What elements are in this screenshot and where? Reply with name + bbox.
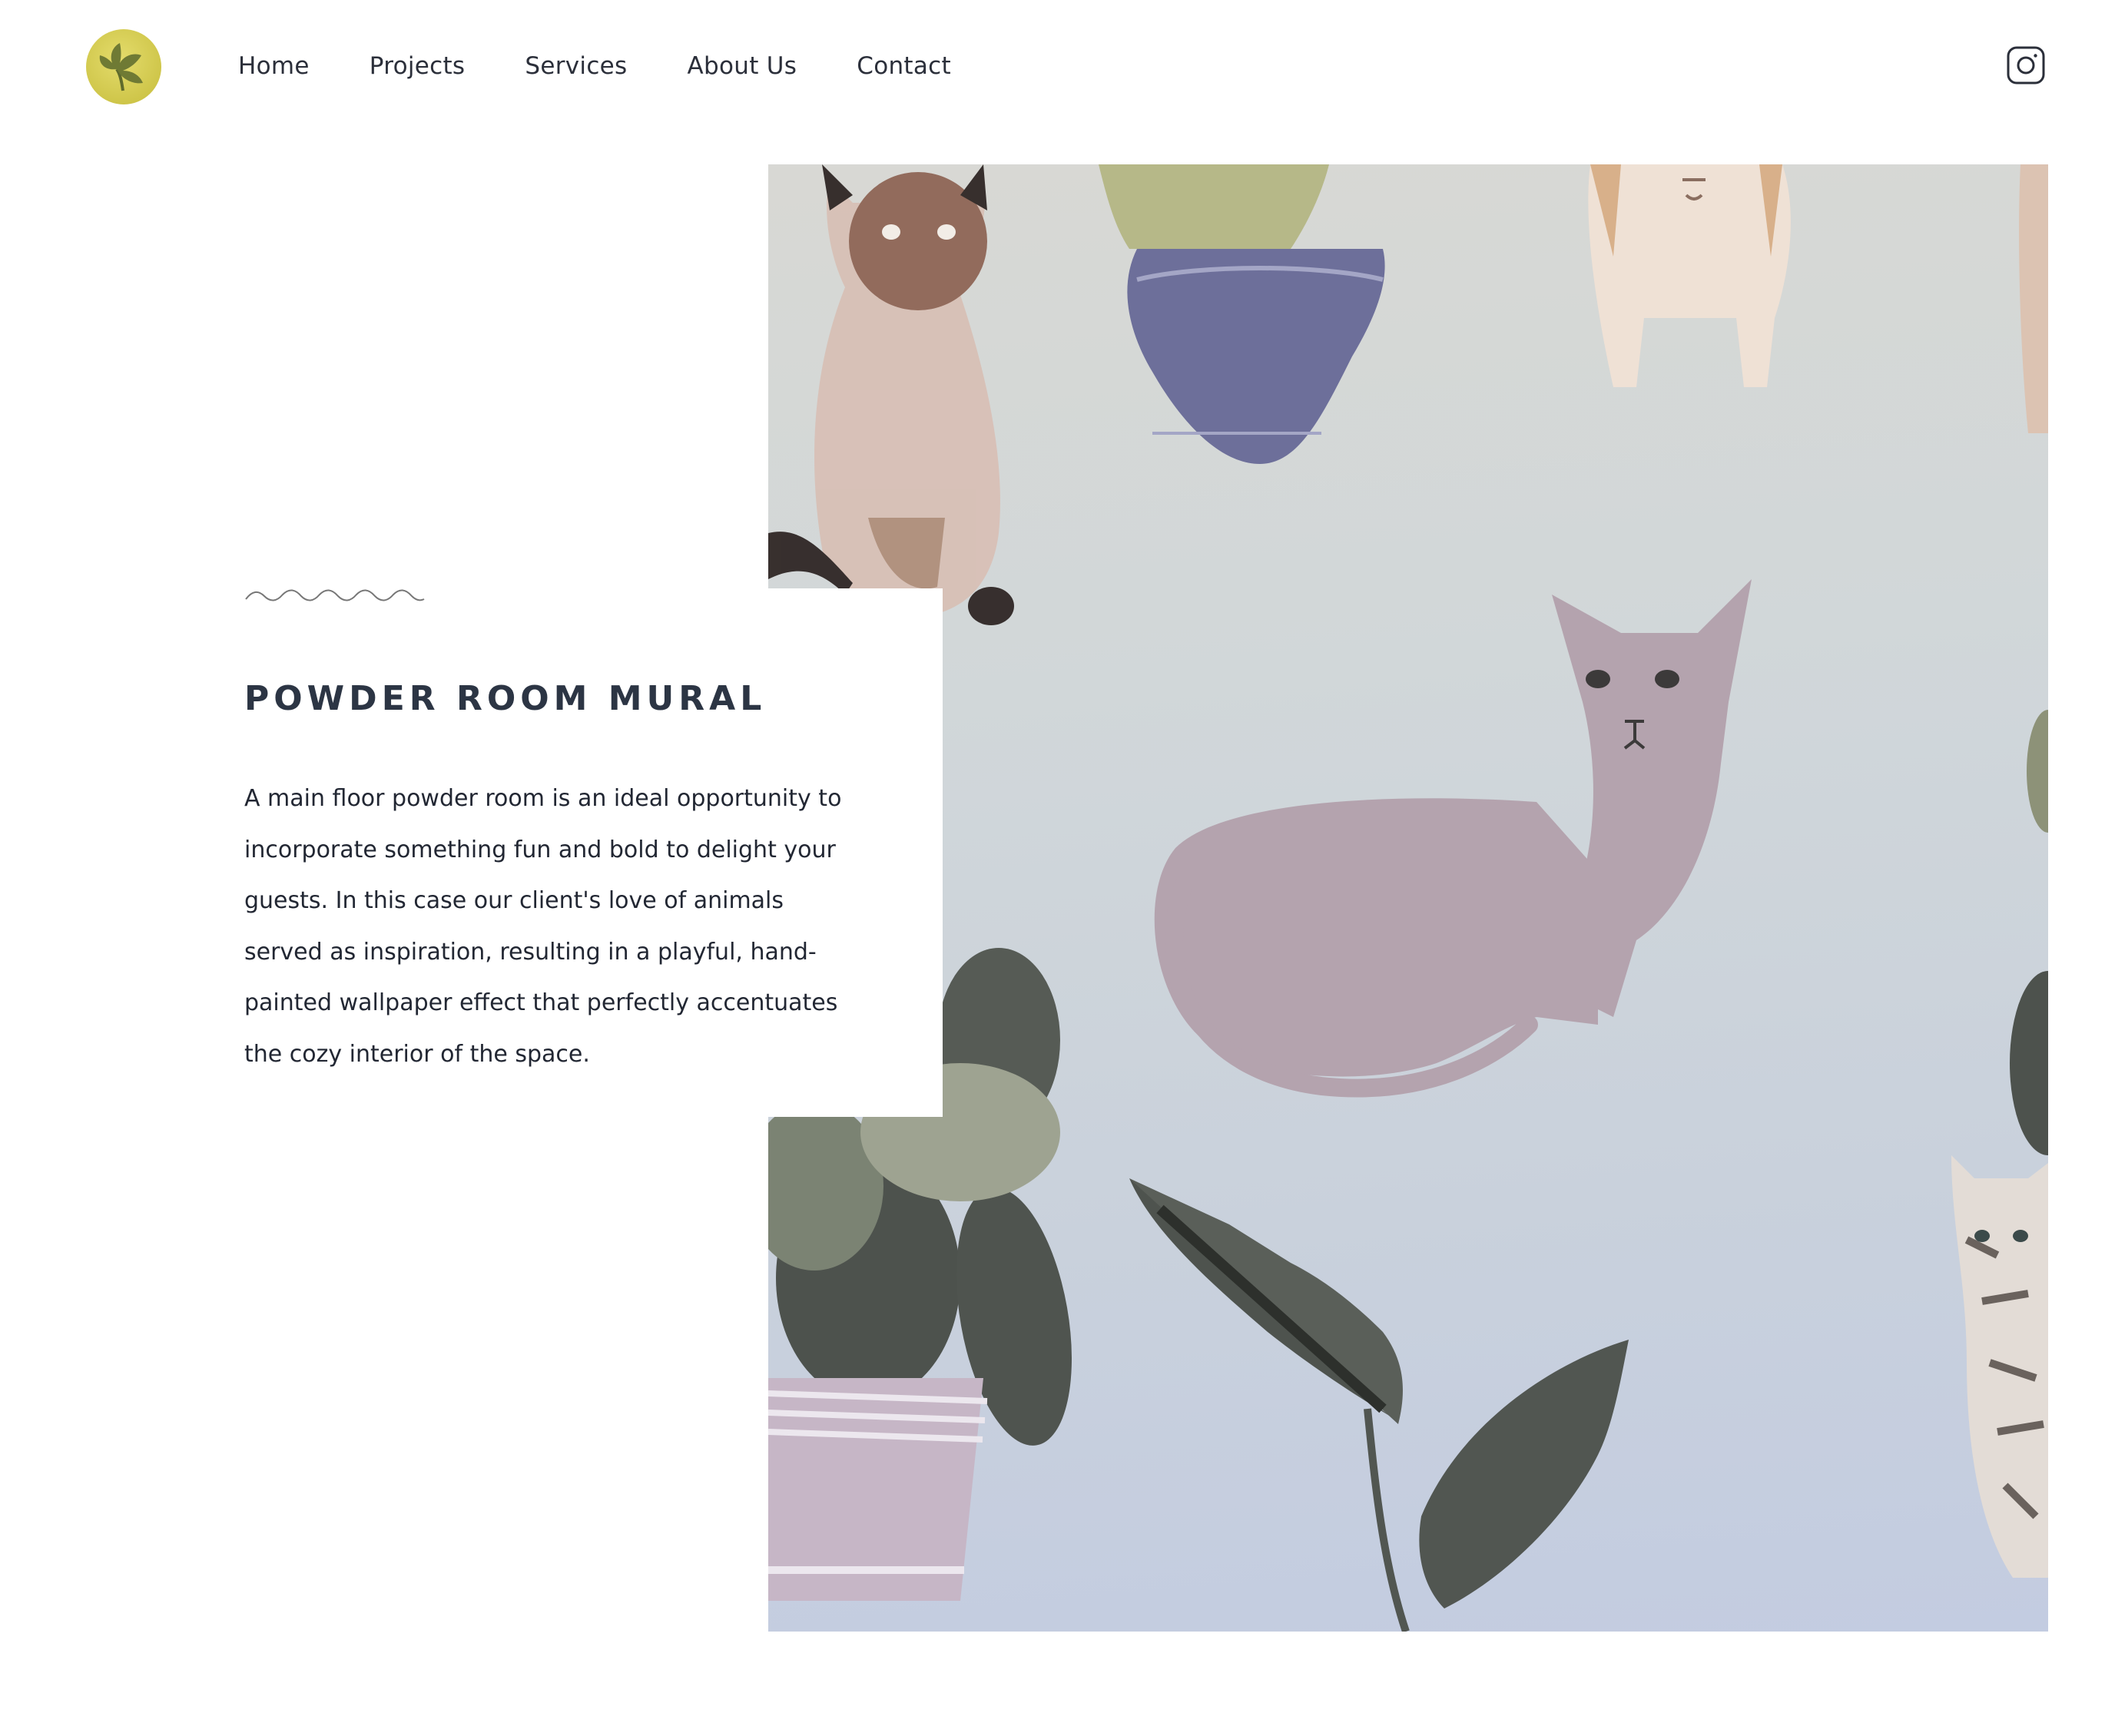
cactus-pot <box>1099 164 1385 464</box>
nav-projects[interactable]: Projects <box>370 45 466 88</box>
leaf-icon <box>99 43 143 91</box>
mauve-cat <box>1154 579 1752 1098</box>
banana-leaves <box>1129 1178 1629 1632</box>
logo[interactable] <box>86 29 161 104</box>
nav-home[interactable]: Home <box>238 45 310 88</box>
mural-image <box>768 164 2048 1632</box>
wave-divider-icon <box>245 589 425 601</box>
edge-leaves <box>2010 710 2048 1155</box>
project-title: POWDER ROOM MURAL <box>244 679 767 718</box>
nav-contact[interactable]: Contact <box>857 45 951 88</box>
mural-illustration <box>768 164 2048 1632</box>
main-nav: Home Projects Services About Us Contact <box>238 45 1011 88</box>
siamese-cat <box>768 164 1014 625</box>
cream-cat <box>1588 164 2048 433</box>
nav-services[interactable]: Services <box>525 45 627 88</box>
project-description: A main floor powder room is an ideal opp… <box>244 785 842 1068</box>
nav-about-us[interactable]: About Us <box>688 45 797 88</box>
tabby-cat <box>1951 1155 2048 1578</box>
instagram-icon[interactable] <box>2007 46 2045 84</box>
